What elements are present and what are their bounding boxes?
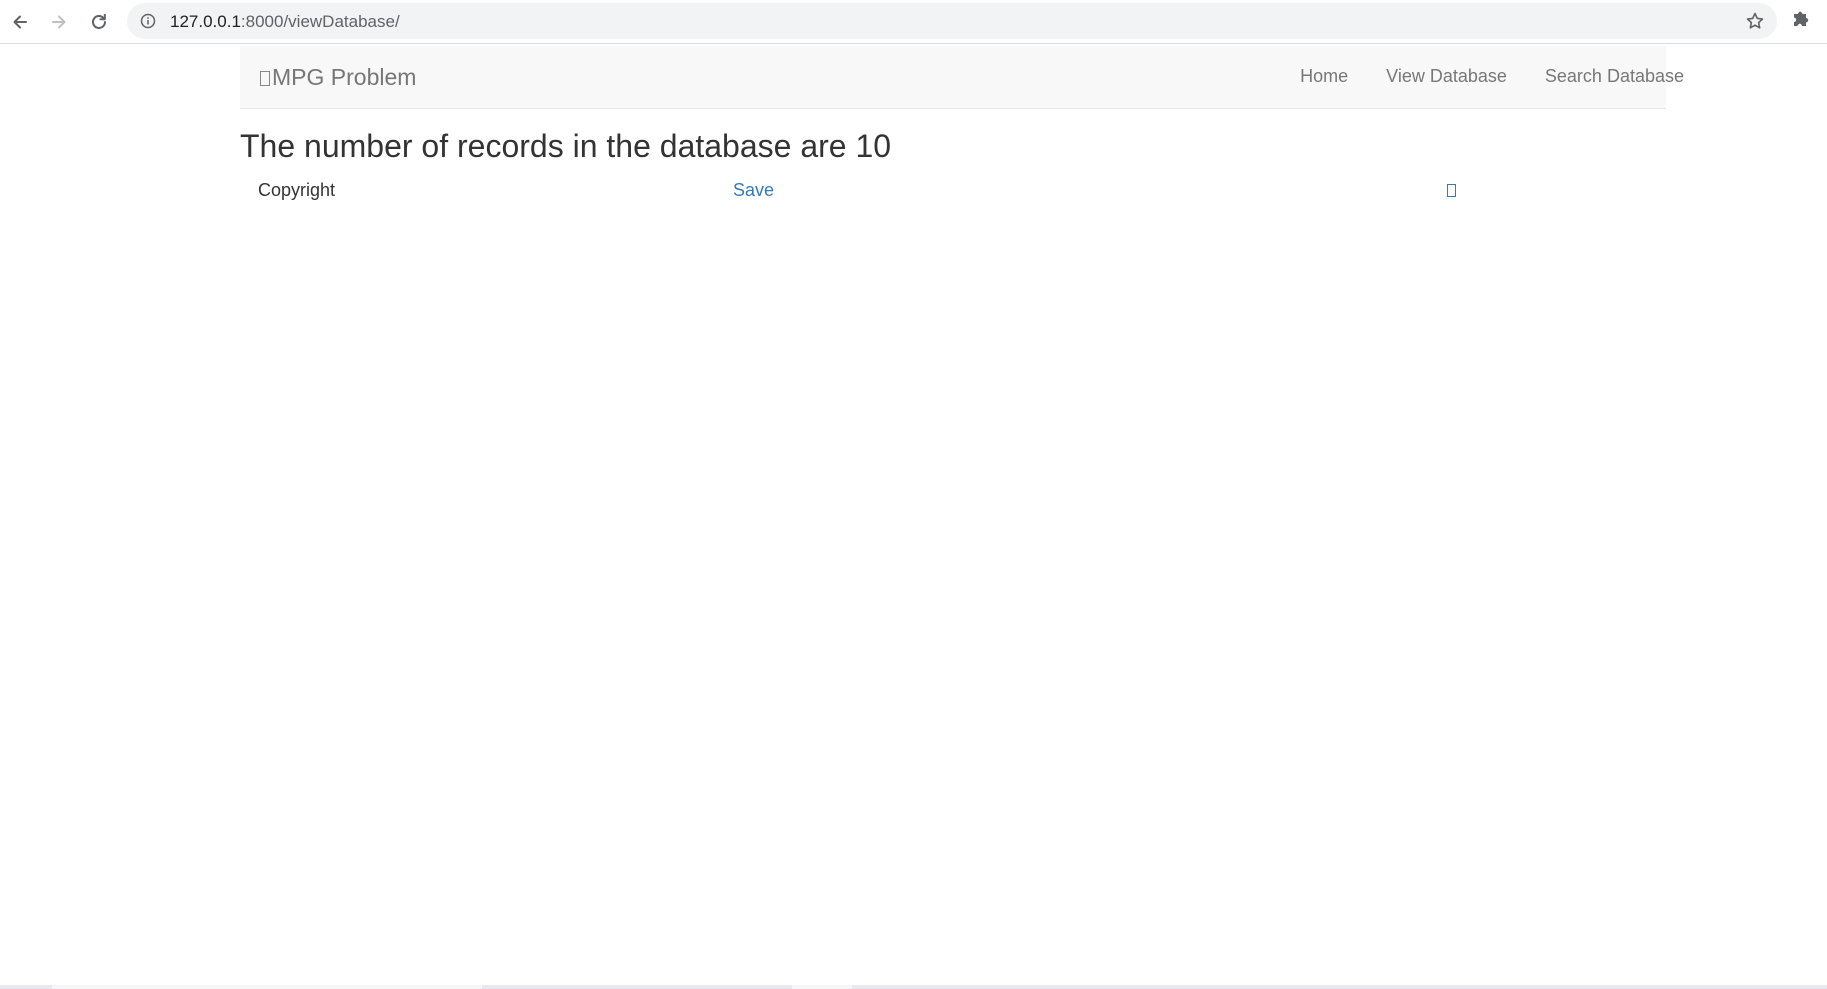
- reload-icon: [92, 13, 106, 29]
- scrollbar-thumb[interactable]: [52, 985, 482, 989]
- browser-toolbar: 127.0.0.1:8000/viewDatabase/: [0, 0, 1827, 44]
- page-title: The number of records in the database ar…: [240, 128, 892, 164]
- site-navbar: MPG Problem Home View Database Search Da…: [240, 46, 1684, 109]
- nav-link-view-database[interactable]: View Database: [1386, 66, 1507, 87]
- info-icon[interactable]: [140, 13, 156, 29]
- placeholder-icon[interactable]: [1447, 184, 1456, 197]
- save-link[interactable]: Save: [733, 180, 774, 201]
- forward-button[interactable]: [43, 6, 75, 38]
- navbar-brand[interactable]: MPG Problem: [260, 64, 416, 91]
- url-text[interactable]: 127.0.0.1:8000/viewDatabase/: [170, 12, 400, 32]
- arrow-left-icon: [13, 15, 27, 29]
- extensions-button[interactable]: [1790, 8, 1812, 35]
- footer: Copyright Save: [240, 178, 1666, 204]
- copyright-text: Copyright: [258, 180, 336, 200]
- nav-link-home[interactable]: Home: [1300, 66, 1348, 87]
- arrow-right-icon: [52, 15, 66, 29]
- brand-label: MPG Problem: [272, 64, 417, 90]
- puzzle-icon: [1794, 11, 1809, 26]
- nav-link-search-database[interactable]: Search Database: [1545, 66, 1684, 87]
- scrollbar-segment: [792, 985, 852, 989]
- back-button[interactable]: [4, 6, 36, 38]
- brand-icon: [260, 71, 270, 86]
- nav-links: Home View Database Search Database: [1262, 66, 1684, 87]
- address-bar[interactable]: 127.0.0.1:8000/viewDatabase/: [127, 3, 1777, 39]
- url-path: :8000/viewDatabase/: [240, 12, 400, 31]
- star-icon[interactable]: [1745, 11, 1765, 31]
- horizontal-scrollbar[interactable]: [0, 985, 1827, 989]
- reload-button[interactable]: [83, 6, 115, 38]
- url-host: 127.0.0.1: [170, 12, 241, 31]
